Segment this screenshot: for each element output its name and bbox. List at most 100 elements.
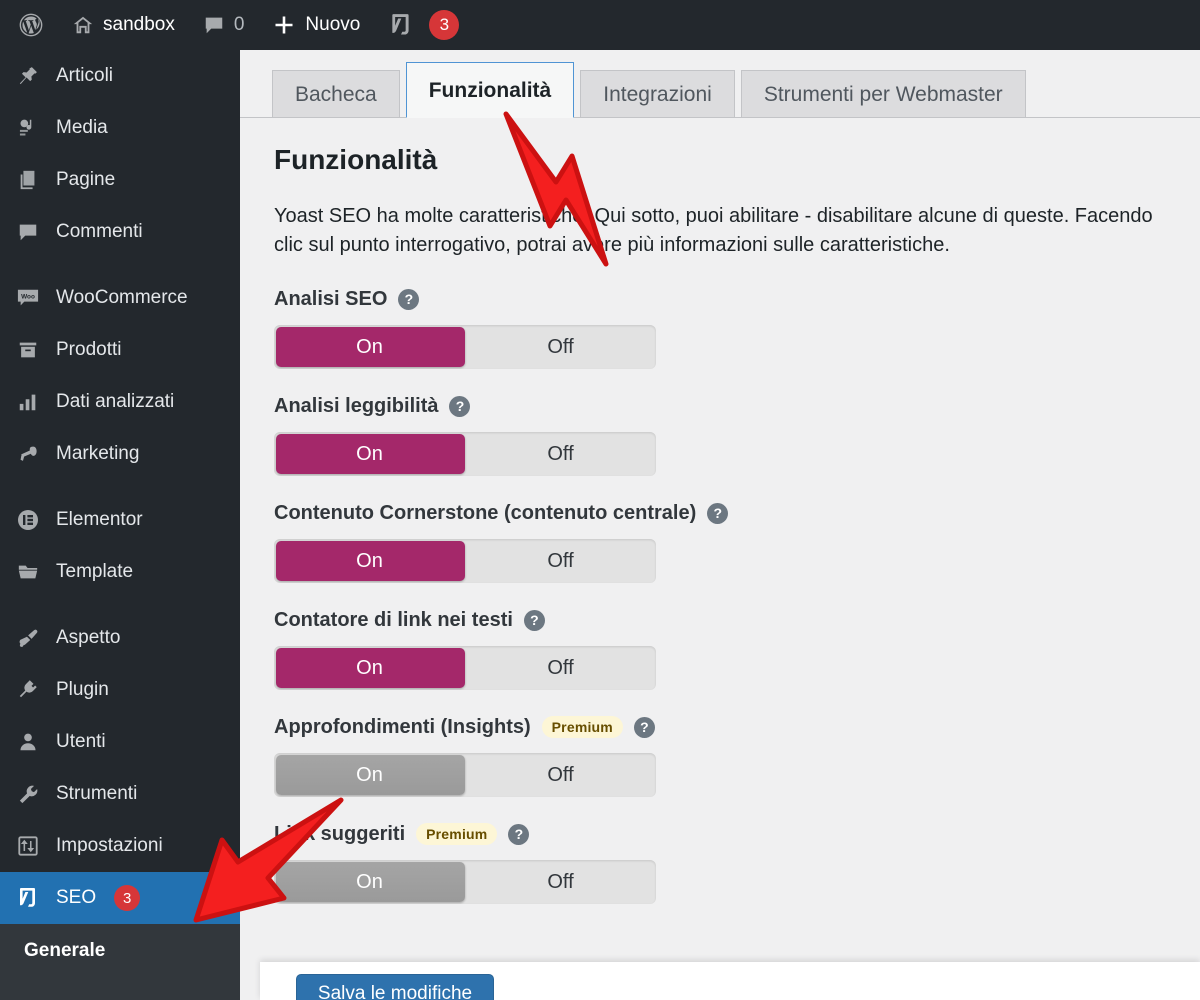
sidebar-item-impostazioni[interactable]: Impostazioni xyxy=(0,820,240,872)
sidebar-item-aspetto[interactable]: Aspetto xyxy=(0,612,240,664)
feature-header: Link suggeriti Premium ? xyxy=(274,821,1186,847)
sidebar-item-woocommerce[interactable]: Woo WooCommerce xyxy=(0,272,240,324)
chart-bar-icon xyxy=(14,391,42,413)
sidebar-item-label: Impostazioni xyxy=(56,835,163,856)
sidebar-item-label: Commenti xyxy=(56,221,143,242)
home-icon xyxy=(72,14,94,36)
admin-bar-site-name[interactable]: sandbox xyxy=(58,0,189,50)
toggle-on-option[interactable]: On xyxy=(274,325,465,369)
sidebar-item-label: Articoli xyxy=(56,65,114,86)
seo-notification-badge: 3 xyxy=(114,885,141,911)
help-icon[interactable]: ? xyxy=(633,716,655,738)
feature-header: Analisi leggibilità ? xyxy=(274,393,1186,419)
feature-toggle[interactable]: On Off xyxy=(274,432,656,476)
feature-row: Approfondimenti (Insights) Premium ? On … xyxy=(274,714,1186,797)
feature-toggle[interactable]: On Off xyxy=(274,539,656,583)
help-icon[interactable]: ? xyxy=(523,609,545,631)
media-icon xyxy=(14,117,42,139)
toggle-off-option[interactable]: Off xyxy=(465,753,656,797)
wordpress-logo-icon xyxy=(18,12,44,38)
comment-count-label: 0 xyxy=(233,14,245,35)
feature-label: Link suggeriti xyxy=(274,822,406,845)
sidebar-item-marketing[interactable]: Marketing xyxy=(0,428,240,480)
feature-row: Analisi leggibilità ? On Off xyxy=(274,393,1186,476)
sidebar-item-label: WooCommerce xyxy=(56,287,188,308)
help-icon[interactable]: ? xyxy=(707,502,729,524)
sidebar-item-label: Marketing xyxy=(56,443,140,464)
admin-bar-wordpress-logo[interactable] xyxy=(4,0,58,50)
feature-toggle[interactable]: On Off xyxy=(274,753,656,797)
sidebar-item-dati-analizzati[interactable]: Dati analizzati xyxy=(0,376,240,428)
sidebar-item-pagine[interactable]: Pagine xyxy=(0,154,240,206)
sidebar-submenu-seo: Generale xyxy=(0,924,240,1000)
sidebar-item-label: Pagine xyxy=(56,169,116,190)
sidebar-separator xyxy=(0,598,240,612)
tab-integrazioni[interactable]: Integrazioni xyxy=(580,70,735,117)
sidebar-item-label: Dati analizzati xyxy=(56,391,175,412)
help-icon[interactable]: ? xyxy=(508,823,530,845)
woocommerce-icon: Woo xyxy=(14,287,42,309)
sidebar-item-commenti[interactable]: Commenti xyxy=(0,206,240,258)
feature-label: Analisi leggibilità xyxy=(274,394,439,417)
feature-toggle[interactable]: On Off xyxy=(274,325,656,369)
sidebar-item-elementor[interactable]: Elementor xyxy=(0,494,240,546)
yoast-logo-icon xyxy=(388,12,414,38)
sidebar-item-label: Plugin xyxy=(56,679,109,700)
help-icon[interactable]: ? xyxy=(398,288,420,310)
admin-bar: sandbox 0 Nuovo 3 xyxy=(0,0,1200,50)
toggle-on-option[interactable]: On xyxy=(274,539,465,583)
sidebar-item-label: Template xyxy=(56,561,134,582)
sidebar-item-label: Elementor xyxy=(56,509,143,530)
toggle-off-option[interactable]: Off xyxy=(465,539,656,583)
toggle-off-option[interactable]: Off xyxy=(465,860,656,904)
sidebar-separator xyxy=(0,258,240,272)
plus-icon xyxy=(272,13,296,37)
tab-funzionalita[interactable]: Funzionalità xyxy=(405,62,575,118)
tab-bacheca[interactable]: Bacheca xyxy=(272,70,400,117)
admin-bar-comments[interactable]: 0 xyxy=(189,0,259,50)
sidebar-item-label: Prodotti xyxy=(56,339,122,360)
premium-badge: Premium xyxy=(541,716,623,738)
toggle-off-option[interactable]: Off xyxy=(465,432,656,476)
sidebar-item-utenti[interactable]: Utenti xyxy=(0,716,240,768)
yoast-notification-badge[interactable]: 3 xyxy=(429,10,460,40)
help-icon[interactable]: ? xyxy=(449,395,471,417)
sidebar-item-label: Strumenti xyxy=(56,783,138,804)
feature-row: Contatore di link nei testi ? On Off xyxy=(274,607,1186,690)
megaphone-icon xyxy=(14,443,42,465)
sidebar-item-media[interactable]: Media xyxy=(0,102,240,154)
sliders-icon xyxy=(14,835,42,857)
submenu-item-generale[interactable]: Generale xyxy=(0,934,240,968)
tab-bar: Bacheca Funzionalità Integrazioni Strume… xyxy=(240,50,1200,118)
toggle-on-option[interactable]: On xyxy=(274,646,465,690)
products-icon xyxy=(14,339,42,361)
sidebar-item-strumenti[interactable]: Strumenti xyxy=(0,768,240,820)
toggle-off-option[interactable]: Off xyxy=(465,325,656,369)
save-changes-button[interactable]: Salva le modifiche xyxy=(296,974,494,1000)
sidebar-item-template[interactable]: Template xyxy=(0,546,240,598)
feature-header: Contatore di link nei testi ? xyxy=(274,607,1186,633)
toggle-on-option[interactable]: On xyxy=(274,860,465,904)
toggle-off-option[interactable]: Off xyxy=(465,646,656,690)
sidebar-item-plugin[interactable]: Plugin xyxy=(0,664,240,716)
sidebar-item-articoli[interactable]: Articoli xyxy=(0,50,240,102)
feature-row: Link suggeriti Premium ? On Off xyxy=(274,821,1186,904)
tab-strumenti-per-webmaster[interactable]: Strumenti per Webmaster xyxy=(740,70,1026,117)
sidebar-item-label: SEO xyxy=(56,887,97,908)
toggle-on-option[interactable]: On xyxy=(274,432,465,476)
sidebar-item-label: Media xyxy=(56,117,108,138)
wrench-icon xyxy=(14,783,42,806)
admin-bar-yoast-menu[interactable]: 3 xyxy=(374,0,473,50)
sidebar-item-seo[interactable]: SEO 3 xyxy=(0,872,240,924)
toggle-on-option[interactable]: On xyxy=(274,753,465,797)
feature-label: Analisi SEO xyxy=(274,287,388,310)
page-title: Funzionalità xyxy=(274,144,438,175)
feature-label: Contatore di link nei testi xyxy=(274,608,513,631)
feature-toggle[interactable]: On Off xyxy=(274,860,656,904)
plug-icon xyxy=(14,679,42,702)
sidebar-item-prodotti[interactable]: Prodotti xyxy=(0,324,240,376)
admin-bar-new-content[interactable]: Nuovo xyxy=(258,0,374,50)
feature-label: Approfondimenti (Insights) xyxy=(274,715,531,738)
feature-toggle[interactable]: On Off xyxy=(274,646,656,690)
main-content: Bacheca Funzionalità Integrazioni Strume… xyxy=(240,50,1200,1000)
